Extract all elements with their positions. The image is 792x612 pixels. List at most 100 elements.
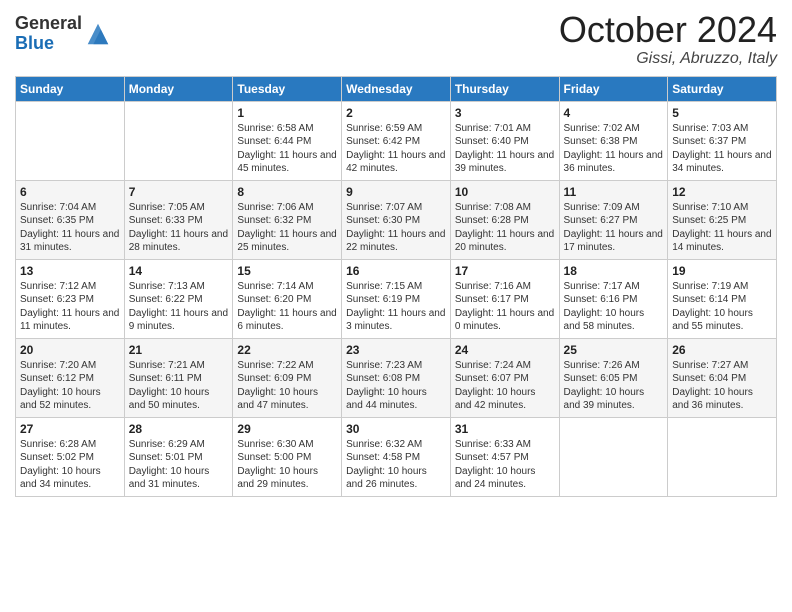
- calendar-cell-w2-d7: 12 Sunrise: 7:10 AMSunset: 6:25 PMDayligh…: [668, 180, 777, 259]
- day-number: 13: [20, 264, 120, 278]
- day-number: 18: [564, 264, 664, 278]
- day-number: 23: [346, 343, 446, 357]
- col-tuesday: Tuesday: [233, 76, 342, 101]
- day-info: Sunrise: 7:07 AMSunset: 6:30 PMDaylight:…: [346, 201, 446, 255]
- calendar-cell-w1-d5: 3Sunrise: 7:01 AMSunset: 6:40 PMDaylight…: [450, 101, 559, 180]
- day-info: Sunrise: 7:22 AMSunset: 6:09 PMDaylight:…: [237, 359, 337, 413]
- calendar-week-4: 20 Sunrise: 7:20 AMSunset: 6:12 PMDayligh…: [16, 338, 777, 417]
- day-info: Sunrise: 7:06 AMSunset: 6:32 PMDaylight:…: [237, 201, 337, 255]
- day-info: Sunrise: 7:26 AMSunset: 6:05 PMDaylight:…: [564, 359, 664, 413]
- day-number: 5: [672, 106, 772, 120]
- calendar-table: Sunday Monday Tuesday Wednesday Thursday…: [15, 76, 777, 497]
- day-info: Sunrise: 7:01 AMSunset: 6:40 PMDaylight:…: [455, 122, 555, 176]
- day-info: Sunrise: 7:09 AMSunset: 6:27 PMDaylight:…: [564, 201, 664, 255]
- col-saturday: Saturday: [668, 76, 777, 101]
- calendar-week-2: 6 Sunrise: 7:04 AMSunset: 6:35 PMDaylight…: [16, 180, 777, 259]
- day-number: 6: [20, 185, 120, 199]
- day-number: 24: [455, 343, 555, 357]
- page: General Blue October 2024 Gissi, Abruzzo…: [0, 0, 792, 612]
- calendar-cell-w2-d2: 7 Sunrise: 7:05 AMSunset: 6:33 PMDaylight…: [124, 180, 233, 259]
- day-info: Sunrise: 6:33 AMSunset: 4:57 PMDaylight:…: [455, 438, 555, 492]
- calendar-cell-w4-d5: 24 Sunrise: 7:24 AMSunset: 6:07 PMDayligh…: [450, 338, 559, 417]
- day-number: 21: [129, 343, 229, 357]
- calendar-cell-w5-d5: 31 Sunrise: 6:33 AMSunset: 4:57 PMDayligh…: [450, 417, 559, 496]
- day-info: Sunrise: 7:24 AMSunset: 6:07 PMDaylight:…: [455, 359, 555, 413]
- day-info: Sunrise: 6:32 AMSunset: 4:58 PMDaylight:…: [346, 438, 446, 492]
- day-info: Sunrise: 7:12 AMSunset: 6:23 PMDaylight:…: [20, 280, 120, 334]
- day-number: 15: [237, 264, 337, 278]
- day-number: 4: [564, 106, 664, 120]
- calendar-week-5: 27 Sunrise: 6:28 AMSunset: 5:02 PMDayligh…: [16, 417, 777, 496]
- title-block: October 2024 Gissi, Abruzzo, Italy: [559, 10, 777, 68]
- day-info: Sunrise: 7:23 AMSunset: 6:08 PMDaylight:…: [346, 359, 446, 413]
- day-number: 31: [455, 422, 555, 436]
- calendar-cell-w2-d5: 10Sunrise: 7:08 AMSunset: 6:28 PMDayligh…: [450, 180, 559, 259]
- col-monday: Monday: [124, 76, 233, 101]
- calendar-cell-w4-d2: 21 Sunrise: 7:21 AMSunset: 6:11 PMDayligh…: [124, 338, 233, 417]
- day-number: 16: [346, 264, 446, 278]
- day-number: 27: [20, 422, 120, 436]
- calendar-cell-w4-d1: 20 Sunrise: 7:20 AMSunset: 6:12 PMDayligh…: [16, 338, 125, 417]
- day-info: Sunrise: 7:10 AMSunset: 6:25 PMDaylight:…: [672, 201, 772, 255]
- day-number: 11: [564, 185, 664, 199]
- logo-general: General: [15, 13, 82, 33]
- day-info: Sunrise: 7:04 AMSunset: 6:35 PMDaylight:…: [20, 201, 120, 255]
- day-info: Sunrise: 7:13 AMSunset: 6:22 PMDaylight:…: [129, 280, 229, 334]
- day-number: 7: [129, 185, 229, 199]
- day-number: 26: [672, 343, 772, 357]
- day-number: 30: [346, 422, 446, 436]
- calendar-cell-w1-d1: [16, 101, 125, 180]
- col-friday: Friday: [559, 76, 668, 101]
- calendar-cell-w3-d2: 14 Sunrise: 7:13 AMSunset: 6:22 PMDayligh…: [124, 259, 233, 338]
- location-title: Gissi, Abruzzo, Italy: [559, 50, 777, 68]
- calendar-week-3: 13 Sunrise: 7:12 AMSunset: 6:23 PMDayligh…: [16, 259, 777, 338]
- day-info: Sunrise: 6:29 AMSunset: 5:01 PMDaylight:…: [129, 438, 229, 492]
- day-number: 12: [672, 185, 772, 199]
- calendar-cell-w1-d7: 5Sunrise: 7:03 AMSunset: 6:37 PMDaylight…: [668, 101, 777, 180]
- day-number: 25: [564, 343, 664, 357]
- day-info: Sunrise: 7:05 AMSunset: 6:33 PMDaylight:…: [129, 201, 229, 255]
- calendar-cell-w1-d2: [124, 101, 233, 180]
- calendar-week-1: 1 Sunrise: 6:58 AMSunset: 6:44 PMDaylight…: [16, 101, 777, 180]
- calendar-cell-w5-d7: [668, 417, 777, 496]
- col-wednesday: Wednesday: [342, 76, 451, 101]
- day-info: Sunrise: 6:58 AMSunset: 6:44 PMDaylight:…: [237, 122, 337, 176]
- calendar-cell-w2-d6: 11 Sunrise: 7:09 AMSunset: 6:27 PMDayligh…: [559, 180, 668, 259]
- logo-text: General Blue: [15, 14, 112, 54]
- month-title: October 2024: [559, 10, 777, 50]
- day-info: Sunrise: 7:27 AMSunset: 6:04 PMDaylight:…: [672, 359, 772, 413]
- day-info: Sunrise: 7:14 AMSunset: 6:20 PMDaylight:…: [237, 280, 337, 334]
- day-info: Sunrise: 7:17 AMSunset: 6:16 PMDaylight:…: [564, 280, 664, 334]
- calendar-header-row: Sunday Monday Tuesday Wednesday Thursday…: [16, 76, 777, 101]
- day-number: 22: [237, 343, 337, 357]
- logo: General Blue: [15, 14, 112, 54]
- day-number: 17: [455, 264, 555, 278]
- day-info: Sunrise: 7:19 AMSunset: 6:14 PMDaylight:…: [672, 280, 772, 334]
- calendar-cell-w5-d1: 27 Sunrise: 6:28 AMSunset: 5:02 PMDayligh…: [16, 417, 125, 496]
- day-number: 1: [237, 106, 337, 120]
- day-number: 28: [129, 422, 229, 436]
- header: General Blue October 2024 Gissi, Abruzzo…: [15, 10, 777, 68]
- day-number: 19: [672, 264, 772, 278]
- calendar-cell-w2-d4: 9Sunrise: 7:07 AMSunset: 6:30 PMDaylight…: [342, 180, 451, 259]
- calendar-cell-w4-d4: 23 Sunrise: 7:23 AMSunset: 6:08 PMDayligh…: [342, 338, 451, 417]
- day-info: Sunrise: 6:28 AMSunset: 5:02 PMDaylight:…: [20, 438, 120, 492]
- calendar-cell-w5-d2: 28 Sunrise: 6:29 AMSunset: 5:01 PMDayligh…: [124, 417, 233, 496]
- calendar-cell-w5-d6: [559, 417, 668, 496]
- calendar-cell-w1-d3: 1 Sunrise: 6:58 AMSunset: 6:44 PMDaylight…: [233, 101, 342, 180]
- day-number: 20: [20, 343, 120, 357]
- calendar-cell-w3-d1: 13 Sunrise: 7:12 AMSunset: 6:23 PMDayligh…: [16, 259, 125, 338]
- day-info: Sunrise: 7:02 AMSunset: 6:38 PMDaylight:…: [564, 122, 664, 176]
- day-number: 14: [129, 264, 229, 278]
- calendar-cell-w2-d1: 6 Sunrise: 7:04 AMSunset: 6:35 PMDaylight…: [16, 180, 125, 259]
- logo-blue: Blue: [15, 33, 54, 53]
- calendar-cell-w4-d7: 26 Sunrise: 7:27 AMSunset: 6:04 PMDayligh…: [668, 338, 777, 417]
- day-number: 29: [237, 422, 337, 436]
- day-info: Sunrise: 6:30 AMSunset: 5:00 PMDaylight:…: [237, 438, 337, 492]
- day-number: 2: [346, 106, 446, 120]
- calendar-cell-w4-d3: 22 Sunrise: 7:22 AMSunset: 6:09 PMDayligh…: [233, 338, 342, 417]
- logo-icon: [84, 20, 112, 48]
- calendar-cell-w4-d6: 25 Sunrise: 7:26 AMSunset: 6:05 PMDayligh…: [559, 338, 668, 417]
- day-info: Sunrise: 7:21 AMSunset: 6:11 PMDaylight:…: [129, 359, 229, 413]
- day-info: Sunrise: 7:20 AMSunset: 6:12 PMDaylight:…: [20, 359, 120, 413]
